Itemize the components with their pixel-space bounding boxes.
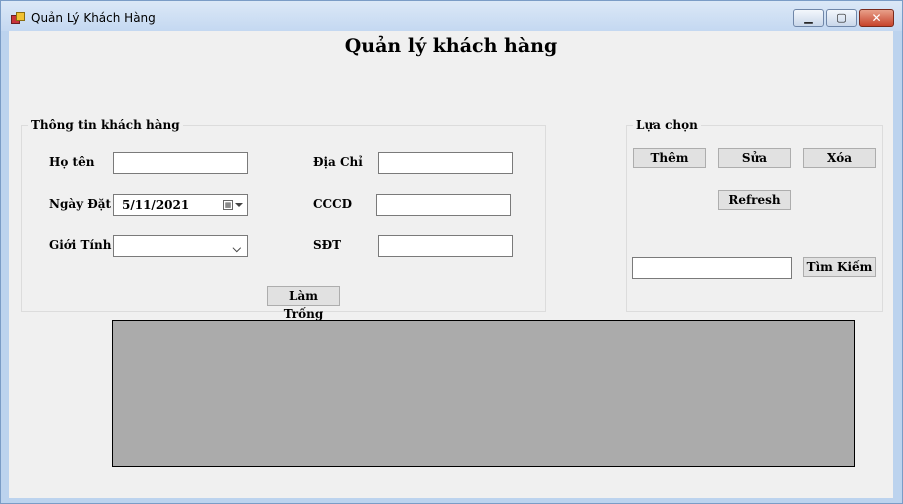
title-bar[interactable]: Quản Lý Khách Hàng ▁ ▢ ✕ [1, 1, 902, 31]
calendar-icon[interactable]: ▦ [223, 200, 233, 210]
gioi-tinh-combobox[interactable]: ⌵ [113, 235, 248, 257]
chevron-down-icon[interactable]: ⌵ [233, 239, 241, 259]
options-group: Lựa chọn Thêm Sửa Xóa Refresh Tìm Kiếm [626, 118, 883, 312]
gioi-tinh-label: Giới Tính [49, 238, 112, 252]
dropdown-arrow-icon[interactable] [235, 203, 243, 207]
customer-info-group: Thông tin khách hàng Họ tên Ngày Đặt 5/1… [21, 118, 546, 321]
search-input[interactable] [632, 257, 792, 279]
dia-chi-input[interactable] [378, 152, 513, 174]
cccd-input[interactable] [376, 194, 511, 216]
minimize-icon: ▁ [804, 11, 813, 24]
ho-ten-label: Họ tên [49, 155, 95, 169]
window-title: Quản Lý Khách Hàng [31, 11, 156, 25]
customer-info-group-title: Thông tin khách hàng [28, 118, 183, 132]
app-window: Quản Lý Khách Hàng ▁ ▢ ✕ Quản lý khách h… [0, 0, 903, 504]
form-client-area: Quản lý khách hàng Thông tin khách hàng … [9, 31, 893, 498]
ngay-dat-label: Ngày Đặt [49, 197, 112, 211]
edit-button[interactable]: Sửa [718, 148, 791, 168]
close-button[interactable]: ✕ [859, 9, 894, 27]
clear-button[interactable]: Làm Trống [267, 286, 340, 321]
add-button[interactable]: Thêm [633, 148, 706, 168]
refresh-button[interactable]: Refresh [718, 190, 791, 210]
ho-ten-input[interactable] [113, 152, 248, 174]
cccd-label: CCCD [313, 197, 353, 211]
dia-chi-label: Địa Chỉ [313, 155, 363, 169]
ngay-dat-value: 5/11/2021 [122, 198, 190, 212]
delete-button[interactable]: Xóa [803, 148, 876, 168]
page-title: Quản lý khách hàng [344, 35, 558, 57]
app-icon [11, 12, 25, 24]
sdt-input[interactable] [378, 235, 513, 257]
maximize-button[interactable]: ▢ [826, 9, 857, 27]
search-button[interactable]: Tìm Kiếm [803, 257, 876, 277]
customer-data-grid[interactable] [112, 320, 855, 467]
ngay-dat-datepicker[interactable]: 5/11/2021 ▦ [113, 194, 248, 216]
minimize-button[interactable]: ▁ [793, 9, 824, 27]
maximize-icon: ▢ [836, 11, 847, 24]
close-icon: ✕ [871, 11, 882, 25]
sdt-label: SĐT [313, 238, 342, 252]
options-group-title: Lựa chọn [633, 118, 701, 132]
